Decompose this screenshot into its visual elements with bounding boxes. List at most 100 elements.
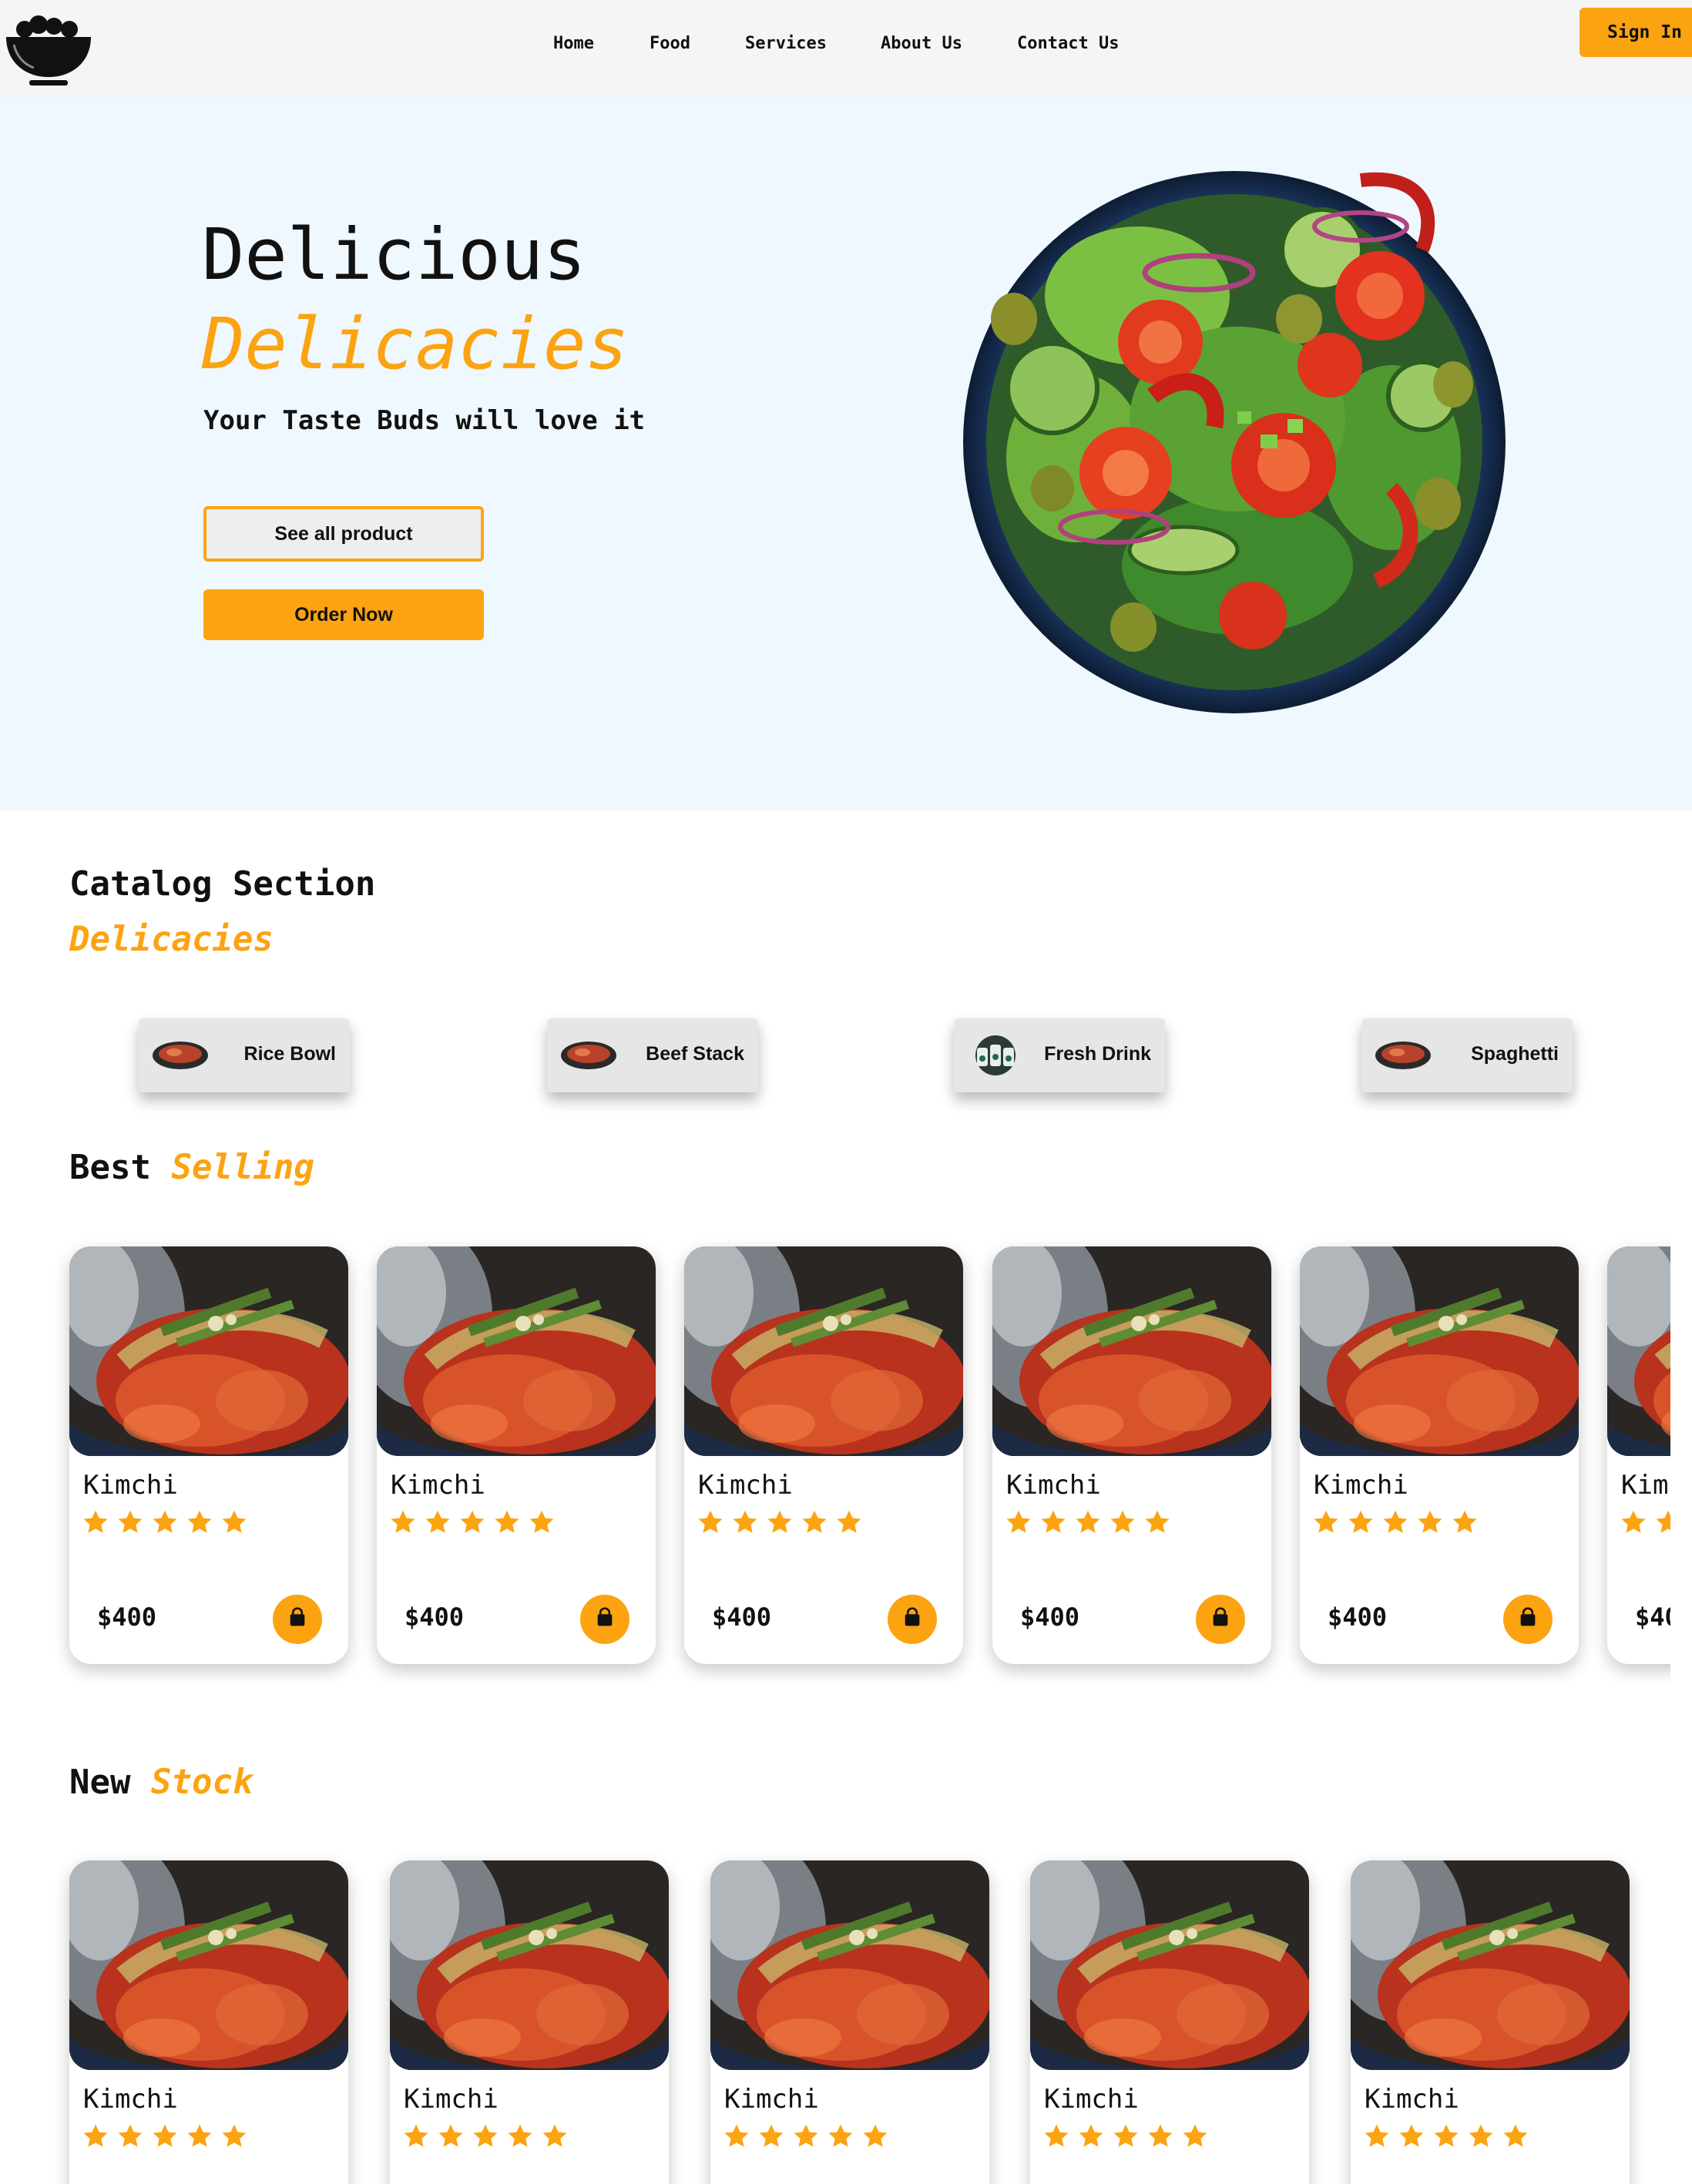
star-icon (1312, 1508, 1340, 1536)
star-icon (1451, 1508, 1479, 1536)
product-card[interactable]: Kimchi (1030, 1860, 1309, 2184)
product-price: $400 (405, 1602, 465, 1632)
product-image (1030, 1860, 1309, 2070)
nav-about-link[interactable]: About Us (881, 34, 962, 53)
star-icon (186, 1508, 213, 1536)
star-icon (389, 1508, 417, 1536)
add-to-cart-button[interactable] (1196, 1595, 1245, 1644)
product-name: Kimchi (1044, 2084, 1139, 2115)
product-card[interactable]: Kimchi (1351, 1860, 1630, 2184)
dish-thumbnail-icon (153, 1042, 208, 1069)
product-image (69, 1860, 348, 2070)
star-icon (801, 1508, 828, 1536)
product-card[interactable]: Kimchi $400 (69, 1246, 348, 1664)
best-selling-title-plain: Best (69, 1148, 151, 1187)
new-stock-title: New Stock (69, 1763, 253, 1802)
product-name: Kimchi (1314, 1470, 1408, 1501)
new-stock-title-accent: Stock (150, 1763, 253, 1802)
shopping-bag-icon (594, 1607, 616, 1632)
catalog-item-fresh-drink[interactable]: Fresh Drink (954, 1018, 1165, 1092)
star-icon (766, 1508, 794, 1536)
add-to-cart-button[interactable] (1503, 1595, 1553, 1644)
best-selling-title-accent: Selling (171, 1148, 314, 1187)
rating-stars (1620, 1508, 1670, 1539)
product-card[interactable]: Kimchi $400 (1607, 1246, 1670, 1664)
add-to-cart-button[interactable] (888, 1595, 937, 1644)
rating-stars (82, 1508, 255, 1539)
star-icon (731, 1508, 759, 1536)
new-stock-carousel: Kimchi Kimchi Kimchi Kimchi Kimchi (0, 1814, 1692, 2184)
catalog-item-spaghetti[interactable]: Spaghetti (1361, 1018, 1573, 1092)
new-stock-title-plain: New (69, 1763, 131, 1802)
product-image (992, 1246, 1271, 1456)
catalog-item-label: Beef Stack (646, 1043, 744, 1065)
star-icon (1363, 2122, 1391, 2150)
star-icon (827, 2122, 854, 2150)
product-name: Kimchi (83, 2084, 178, 2115)
product-card[interactable]: Kimchi $400 (1300, 1246, 1579, 1664)
catalog-title: Catalog Section (69, 864, 376, 904)
product-name: Kimchi (83, 1470, 178, 1501)
product-image (390, 1860, 669, 2070)
product-card[interactable]: Kimchi (69, 1860, 348, 2184)
product-image (1607, 1246, 1670, 1456)
rating-stars (1042, 2122, 1216, 2153)
product-card[interactable]: Kimchi $400 (377, 1246, 656, 1664)
star-icon (1109, 1508, 1136, 1536)
star-icon (82, 1508, 109, 1536)
hero-subtitle: Your Taste Buds will love it (203, 405, 646, 436)
nav-contact-link[interactable]: Contact Us (1017, 34, 1119, 53)
catalog-item-rice-bowl[interactable]: Rice Bowl (139, 1018, 350, 1092)
hero-title-accent: Delicacies (202, 303, 629, 385)
nav-home-link[interactable]: Home (553, 34, 594, 53)
product-card[interactable]: Kimchi (390, 1860, 669, 2184)
rating-stars (1363, 2122, 1536, 2153)
rating-stars (402, 2122, 576, 2153)
shopping-bag-icon (1210, 1607, 1231, 1632)
star-icon (1077, 2122, 1105, 2150)
star-icon (402, 2122, 430, 2150)
star-icon (493, 1508, 521, 1536)
see-all-products-button[interactable]: See all product (203, 506, 484, 562)
star-icon (186, 2122, 213, 2150)
product-price: $400 (712, 1602, 772, 1632)
product-name: Kimchi (1621, 1470, 1670, 1501)
star-icon (1502, 2122, 1529, 2150)
catalog-item-label: Spaghetti (1471, 1043, 1559, 1065)
product-price: $400 (1020, 1602, 1080, 1632)
order-now-button[interactable]: Order Now (203, 589, 484, 640)
star-icon (1042, 2122, 1070, 2150)
star-icon (861, 2122, 889, 2150)
star-icon (1381, 1508, 1409, 1536)
star-icon (723, 2122, 750, 2150)
product-name: Kimchi (404, 2084, 499, 2115)
salad-bowl-image (963, 171, 1506, 713)
product-name: Kimchi (724, 2084, 819, 2115)
shopping-bag-icon (1517, 1607, 1539, 1632)
best-selling-title: Best Selling (69, 1148, 314, 1187)
add-to-cart-button[interactable] (273, 1595, 322, 1644)
product-price: $400 (1328, 1602, 1388, 1632)
product-card[interactable]: Kimchi $400 (684, 1246, 963, 1664)
nav-food-link[interactable]: Food (650, 34, 690, 53)
add-to-cart-button[interactable] (580, 1595, 629, 1644)
product-image (1351, 1860, 1630, 2070)
star-icon (424, 1508, 452, 1536)
star-icon (1467, 2122, 1495, 2150)
best-selling-carousel: Kimchi $400 Kimchi $400 Kimchi $400 Kimchi $… (0, 1202, 1670, 1695)
catalog-subtitle: Delicacies (69, 920, 274, 959)
product-card[interactable]: Kimchi (710, 1860, 989, 2184)
sign-in-button[interactable]: Sign In (1580, 8, 1692, 57)
nav-services-link[interactable]: Services (745, 34, 827, 53)
star-icon (528, 1508, 556, 1536)
rating-stars (82, 2122, 255, 2153)
star-icon (437, 2122, 465, 2150)
star-icon (757, 2122, 785, 2150)
product-card[interactable]: Kimchi $400 (992, 1246, 1271, 1664)
product-price: $400 (97, 1602, 157, 1632)
rating-stars (1005, 1508, 1178, 1539)
catalog-item-beef-stack[interactable]: Beef Stack (547, 1018, 758, 1092)
star-icon (1039, 1508, 1067, 1536)
shopping-bag-icon (287, 1607, 308, 1632)
product-image (69, 1246, 348, 1456)
